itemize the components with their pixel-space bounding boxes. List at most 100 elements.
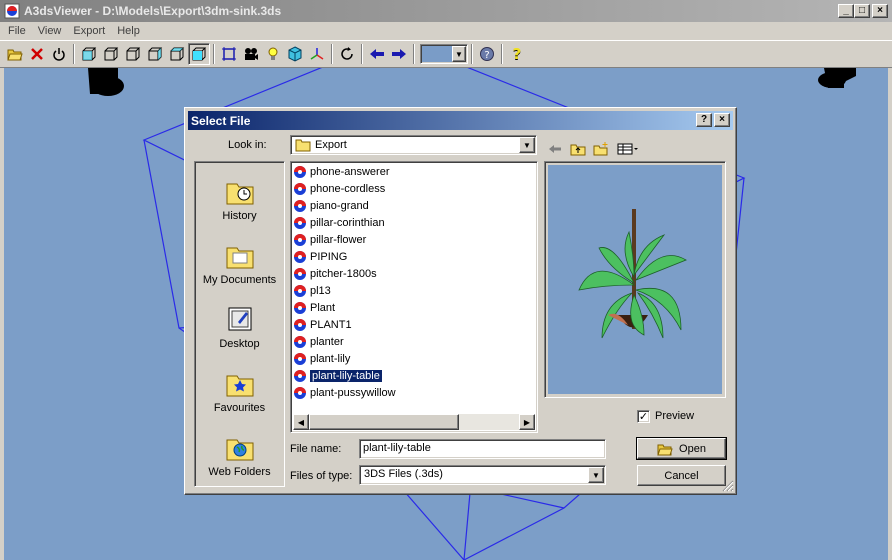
chevron-down-icon[interactable]: ▼: [519, 137, 535, 153]
file-list-item[interactable]: plant-lily-table: [293, 368, 382, 384]
previous-button[interactable]: [366, 43, 388, 65]
3ds-file-icon: [294, 200, 306, 212]
file-list-item[interactable]: Plant: [293, 300, 335, 316]
up-folder-button[interactable]: [567, 139, 589, 159]
power-button[interactable]: [48, 43, 70, 65]
look-in-combo[interactable]: Export ▼: [290, 135, 537, 155]
view-back-button[interactable]: [100, 43, 122, 65]
scroll-thumb[interactable]: [309, 414, 459, 430]
open-folder-icon: [657, 444, 673, 455]
arrow-right-icon: [392, 49, 406, 59]
menu-file[interactable]: File: [2, 25, 32, 37]
3ds-file-icon: [294, 319, 306, 331]
file-name-text: plant-lily-table: [310, 370, 382, 382]
preview-label: Preview: [655, 410, 695, 422]
camera-button[interactable]: [240, 43, 262, 65]
horizontal-scrollbar[interactable]: ◀ ▶: [293, 414, 535, 430]
file-name-text: plant-pussywillow: [310, 387, 396, 399]
resize-grip-icon[interactable]: [722, 480, 734, 492]
view-left-button[interactable]: [122, 43, 144, 65]
file-list-item[interactable]: phone-answerer: [293, 164, 390, 180]
cube-right-icon: [148, 47, 163, 61]
what-is-this-button[interactable]: ??: [506, 43, 528, 65]
file-name-text: pillar-corinthian: [310, 217, 385, 229]
file-list-item[interactable]: PIPING: [293, 249, 347, 265]
3ds-file-icon: [294, 387, 306, 399]
plant-preview-image: [578, 209, 687, 339]
menu-export[interactable]: Export: [67, 25, 111, 37]
folder-icon: [295, 139, 311, 152]
file-name-text: PLANT1: [310, 319, 352, 331]
light-button[interactable]: [262, 43, 284, 65]
scroll-right-button[interactable]: ▶: [519, 414, 535, 430]
rotate-icon: [341, 47, 353, 60]
open-button[interactable]: [4, 43, 26, 65]
chevron-down-icon[interactable]: ▼: [588, 467, 604, 483]
dialog-close-button[interactable]: ×: [714, 113, 730, 127]
back-button[interactable]: [544, 139, 566, 159]
cube-top-icon: [170, 47, 185, 61]
place-my-documents[interactable]: My Documents: [195, 240, 284, 286]
file-name-field[interactable]: plant-lily-table: [359, 439, 606, 459]
what-is-this-icon: ??: [513, 46, 522, 62]
scroll-left-button[interactable]: ◀: [293, 414, 309, 430]
dialog-help-button[interactable]: ?: [696, 113, 712, 127]
app-title: A3dsViewer - D:\Models\Export\3dm-sink.3…: [24, 4, 282, 18]
file-list-item[interactable]: piano-grand: [293, 198, 369, 214]
3ds-file-icon: [294, 285, 306, 297]
toolbar-separator: [213, 44, 215, 64]
maximize-button[interactable]: □: [854, 4, 870, 18]
app-title-bar: A3dsViewer - D:\Models\Export\3dm-sink.3…: [0, 0, 892, 22]
file-list-item[interactable]: pitcher-1800s: [293, 266, 377, 282]
view-top-button[interactable]: [166, 43, 188, 65]
close-button[interactable]: ×: [872, 4, 888, 18]
color-picker[interactable]: ▼: [420, 44, 468, 64]
help-button[interactable]: ?: [476, 43, 498, 65]
view-menu-button[interactable]: [615, 139, 641, 159]
file-list-item[interactable]: PLANT1: [293, 317, 352, 333]
3ds-file-icon: [294, 370, 306, 382]
help-icon: ?: [480, 47, 494, 61]
view-right-button[interactable]: [144, 43, 166, 65]
file-list-item[interactable]: plant-pussywillow: [293, 385, 396, 401]
minimize-button[interactable]: _: [838, 4, 854, 18]
place-history[interactable]: History: [195, 176, 284, 222]
file-type-combo[interactable]: 3DS Files (.3ds) ▼: [359, 465, 606, 485]
file-list-item[interactable]: pl13: [293, 283, 331, 299]
delete-button[interactable]: [26, 43, 48, 65]
cancel-button-label: Cancel: [664, 469, 699, 482]
3ds-file-icon: [294, 353, 306, 365]
file-type-label: Files of type:: [290, 470, 353, 482]
place-web-folders[interactable]: Web Folders: [195, 432, 284, 478]
solid-button[interactable]: [284, 43, 306, 65]
file-list-item[interactable]: plant-lily: [293, 351, 350, 367]
bounding-box-button[interactable]: [218, 43, 240, 65]
camera-model-right: [818, 68, 856, 88]
file-list-item[interactable]: phone-cordless: [293, 181, 385, 197]
file-list[interactable]: phone-answerer phone-cordless piano-grand p…: [290, 161, 538, 433]
toolbar-separator: [471, 44, 473, 64]
next-button[interactable]: [388, 43, 410, 65]
file-name-text: Plant: [310, 302, 336, 314]
place-favourites[interactable]: Favourites: [195, 368, 284, 414]
rotate-button[interactable]: [336, 43, 358, 65]
view-front-button[interactable]: [78, 43, 100, 65]
file-list-item[interactable]: pillar-corinthian: [293, 215, 385, 231]
new-folder-button[interactable]: [590, 139, 612, 159]
camera-icon: [245, 48, 258, 60]
axes-button[interactable]: [306, 43, 328, 65]
cancel-button[interactable]: Cancel: [637, 465, 726, 486]
file-name-label: File name:: [290, 443, 342, 455]
place-desktop[interactable]: Desktop: [195, 304, 284, 350]
open-button[interactable]: Open: [636, 437, 727, 460]
menu-view[interactable]: View: [32, 25, 68, 37]
web-folders-icon: [226, 439, 253, 461]
preview-checkbox[interactable]: ✓: [637, 410, 650, 423]
3ds-file-icon: [294, 336, 306, 348]
menu-help[interactable]: Help: [111, 25, 146, 37]
file-list-item[interactable]: pillar-flower: [293, 232, 366, 248]
view-bottom-button[interactable]: [188, 43, 210, 65]
toolbar: ▼ ? ??: [0, 40, 892, 68]
file-list-item[interactable]: planter: [293, 334, 344, 350]
chevron-down-icon[interactable]: ▼: [452, 46, 466, 62]
